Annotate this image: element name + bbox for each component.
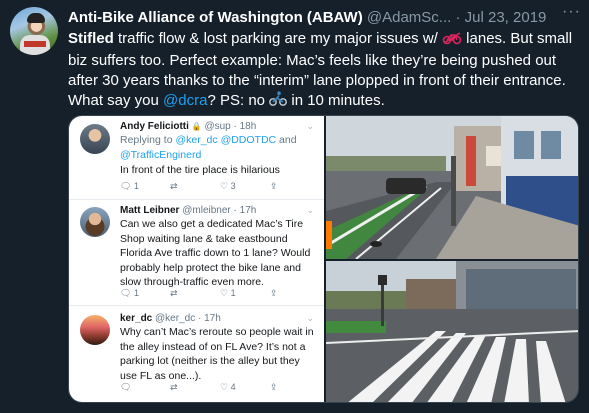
like-icon[interactable]: ♡ 3 (220, 181, 236, 192)
reply-avatar (80, 315, 110, 345)
avatar[interactable] (10, 7, 58, 55)
reply-avatar (80, 124, 110, 154)
tweet-date[interactable]: Jul 23, 2019 (465, 9, 547, 26)
retweet-icon[interactable]: ⇄ (170, 382, 178, 393)
tweet[interactable]: Anti-Bike Alliance of Washington (ABAW) … (0, 0, 589, 413)
lock-icon: 🔒 (191, 122, 202, 131)
reply-actions: 🗨︎ ⇄ ♡ 4 ⇪ (120, 382, 310, 394)
mention-link[interactable]: @dcra (163, 92, 207, 109)
reply-header: Andy Feliciotti 🔒 @sup · 18h (120, 121, 257, 132)
chevron-down-icon[interactable]: ⌄ (306, 313, 314, 324)
chevron-down-icon[interactable]: ⌄ (306, 121, 314, 132)
tweet-header: Anti-Bike Alliance of Washington (ABAW) … (68, 8, 583, 28)
reply-actions: 🗨︎ 1 ⇄ ♡ 3 ⇪ (120, 181, 310, 193)
like-icon[interactable]: ♡ 4 (220, 382, 236, 393)
reply-actions: 🗨︎ 1 ⇄ ♡ 1 ⇪ (120, 288, 310, 300)
retweet-icon[interactable]: ⇄ (170, 181, 178, 192)
retweet-icon[interactable]: ⇄ (170, 288, 178, 299)
share-icon[interactable]: ⇪ (270, 288, 278, 299)
reply-header: Matt Leibner @mleibner · 17h (120, 205, 257, 216)
author-name[interactable]: Anti-Bike Alliance of Washington (ABAW) (68, 9, 363, 26)
street-photo-bike-lane[interactable] (326, 116, 579, 259)
more-dots-icon[interactable]: ··· (562, 4, 581, 20)
share-icon[interactable]: ⇪ (270, 382, 278, 393)
media-grid[interactable]: Andy Feliciotti 🔒 @sup · 18h ⌄ Replying … (68, 115, 579, 403)
separator-dot: · (455, 9, 461, 26)
bicycle-lane-icon (442, 31, 462, 51)
street-photo-crosswalk[interactable] (326, 261, 579, 403)
reply-avatar (80, 207, 110, 237)
divider (69, 305, 324, 306)
replying-to: Replying to @ker_dc @DDOTDC and @TrafficE… (120, 134, 297, 161)
author-handle[interactable]: @AdamSc... (367, 9, 451, 26)
reply-icon[interactable]: 🗨︎ 1 (120, 288, 139, 299)
reply-text: Why can’t Mac’s reroute so people wait i… (120, 326, 314, 382)
cyclist-icon (269, 91, 288, 113)
divider (69, 199, 324, 200)
tweet-text: Stifled traffic flow & lost parking are … (68, 29, 583, 113)
replies-screenshot[interactable]: Andy Feliciotti 🔒 @sup · 18h ⌄ Replying … (69, 116, 324, 402)
reply-text: Can we also get a dedicated Mac’s Tire S… (120, 218, 311, 288)
reply-icon[interactable]: 🗨︎ 1 (120, 181, 139, 192)
like-icon[interactable]: ♡ 1 (220, 288, 236, 299)
reply-header: ker_dc @ker_dc · 17h (120, 313, 221, 324)
reply-icon[interactable]: 🗨︎ (120, 382, 131, 393)
share-icon[interactable]: ⇪ (270, 181, 278, 192)
chevron-down-icon[interactable]: ⌄ (306, 205, 314, 216)
reply-text: In front of the tire place is hilarious (120, 164, 280, 176)
